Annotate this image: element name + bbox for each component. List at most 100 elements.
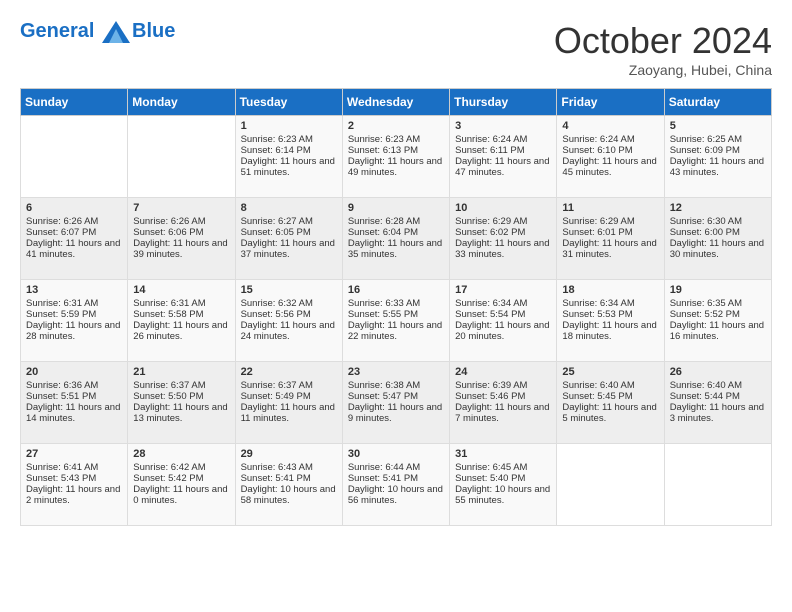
sunrise-text: Sunrise: 6:40 AM (562, 380, 658, 391)
daylight-text: Daylight: 11 hours and 45 minutes. (562, 156, 658, 178)
title-area: October 2024 Zaoyang, Hubei, China (554, 20, 772, 78)
sunrise-text: Sunrise: 6:39 AM (455, 380, 551, 391)
calendar-cell: 22Sunrise: 6:37 AMSunset: 5:49 PMDayligh… (235, 362, 342, 444)
calendar-cell: 12Sunrise: 6:30 AMSunset: 6:00 PMDayligh… (664, 198, 771, 280)
daylight-text: Daylight: 11 hours and 47 minutes. (455, 156, 551, 178)
day-number: 22 (241, 366, 337, 378)
sunset-text: Sunset: 5:41 PM (348, 473, 444, 484)
logo: General Blue (20, 20, 175, 43)
calendar-cell: 16Sunrise: 6:33 AMSunset: 5:55 PMDayligh… (342, 280, 449, 362)
sunrise-text: Sunrise: 6:35 AM (670, 298, 766, 309)
day-header-tuesday: Tuesday (235, 89, 342, 116)
calendar-cell: 21Sunrise: 6:37 AMSunset: 5:50 PMDayligh… (128, 362, 235, 444)
sunset-text: Sunset: 5:53 PM (562, 309, 658, 320)
calendar-cell: 3Sunrise: 6:24 AMSunset: 6:11 PMDaylight… (450, 116, 557, 198)
sunrise-text: Sunrise: 6:33 AM (348, 298, 444, 309)
daylight-text: Daylight: 10 hours and 55 minutes. (455, 484, 551, 506)
sunset-text: Sunset: 5:45 PM (562, 391, 658, 402)
day-number: 25 (562, 366, 658, 378)
daylight-text: Daylight: 11 hours and 51 minutes. (241, 156, 337, 178)
sunset-text: Sunset: 5:43 PM (26, 473, 122, 484)
day-number: 9 (348, 202, 444, 214)
sunset-text: Sunset: 5:46 PM (455, 391, 551, 402)
location-subtitle: Zaoyang, Hubei, China (554, 62, 772, 78)
sunrise-text: Sunrise: 6:43 AM (241, 462, 337, 473)
day-header-sunday: Sunday (21, 89, 128, 116)
calendar-cell: 8Sunrise: 6:27 AMSunset: 6:05 PMDaylight… (235, 198, 342, 280)
calendar-cell: 13Sunrise: 6:31 AMSunset: 5:59 PMDayligh… (21, 280, 128, 362)
sunrise-text: Sunrise: 6:34 AM (562, 298, 658, 309)
sunrise-text: Sunrise: 6:24 AM (455, 134, 551, 145)
sunset-text: Sunset: 6:07 PM (26, 227, 122, 238)
day-header-saturday: Saturday (664, 89, 771, 116)
sunrise-text: Sunrise: 6:23 AM (241, 134, 337, 145)
sunrise-text: Sunrise: 6:23 AM (348, 134, 444, 145)
daylight-text: Daylight: 11 hours and 5 minutes. (562, 402, 658, 424)
calendar-cell (664, 444, 771, 526)
day-number: 18 (562, 284, 658, 296)
day-number: 14 (133, 284, 229, 296)
calendar-cell: 17Sunrise: 6:34 AMSunset: 5:54 PMDayligh… (450, 280, 557, 362)
day-number: 23 (348, 366, 444, 378)
day-number: 8 (241, 202, 337, 214)
sunset-text: Sunset: 6:14 PM (241, 145, 337, 156)
sunset-text: Sunset: 5:40 PM (455, 473, 551, 484)
day-header-monday: Monday (128, 89, 235, 116)
calendar-cell: 23 Sunrise: 6:38 AMSunset: 5:47 PMDayligh… (342, 362, 449, 444)
sunset-text: Sunset: 5:44 PM (670, 391, 766, 402)
sunset-text: Sunset: 5:59 PM (26, 309, 122, 320)
day-number: 15 (241, 284, 337, 296)
day-number: 30 (348, 448, 444, 460)
sunset-text: Sunset: 5:47 PM (348, 391, 444, 402)
sunrise-text: Sunrise: 6:29 AM (562, 216, 658, 227)
daylight-text: Daylight: 11 hours and 18 minutes. (562, 320, 658, 342)
daylight-text: Daylight: 11 hours and 9 minutes. (348, 402, 444, 424)
calendar-cell: 24Sunrise: 6:39 AMSunset: 5:46 PMDayligh… (450, 362, 557, 444)
day-number: 17 (455, 284, 551, 296)
day-number: 27 (26, 448, 122, 460)
sunset-text: Sunset: 5:49 PM (241, 391, 337, 402)
sunrise-text: Sunrise: 6:37 AM (241, 380, 337, 391)
daylight-text: Daylight: 11 hours and 31 minutes. (562, 238, 658, 260)
header-row: SundayMondayTuesdayWednesdayThursdayFrid… (21, 89, 772, 116)
day-number: 16 (348, 284, 444, 296)
calendar-cell: 28Sunrise: 6:42 AMSunset: 5:42 PMDayligh… (128, 444, 235, 526)
daylight-text: Daylight: 11 hours and 7 minutes. (455, 402, 551, 424)
calendar-cell: 14Sunrise: 6:31 AMSunset: 5:58 PMDayligh… (128, 280, 235, 362)
calendar-cell: 27Sunrise: 6:41 AMSunset: 5:43 PMDayligh… (21, 444, 128, 526)
calendar-cell: 10Sunrise: 6:29 AMSunset: 6:02 PMDayligh… (450, 198, 557, 280)
sunrise-text: Sunrise: 6:24 AM (562, 134, 658, 145)
daylight-text: Daylight: 11 hours and 41 minutes. (26, 238, 122, 260)
daylight-text: Daylight: 10 hours and 56 minutes. (348, 484, 444, 506)
day-number: 4 (562, 120, 658, 132)
day-number: 19 (670, 284, 766, 296)
calendar-cell: 7Sunrise: 6:26 AMSunset: 6:06 PMDaylight… (128, 198, 235, 280)
calendar-cell: 11Sunrise: 6:29 AMSunset: 6:01 PMDayligh… (557, 198, 664, 280)
calendar-cell: 2Sunrise: 6:23 AMSunset: 6:13 PMDaylight… (342, 116, 449, 198)
logo-text: General (20, 20, 130, 43)
week-row-4: 20Sunrise: 6:36 AMSunset: 5:51 PMDayligh… (21, 362, 772, 444)
calendar-table: SundayMondayTuesdayWednesdayThursdayFrid… (20, 88, 772, 526)
calendar-cell: 15Sunrise: 6:32 AMSunset: 5:56 PMDayligh… (235, 280, 342, 362)
sunset-text: Sunset: 5:52 PM (670, 309, 766, 320)
sunset-text: Sunset: 6:13 PM (348, 145, 444, 156)
sunrise-text: Sunrise: 6:29 AM (455, 216, 551, 227)
daylight-text: Daylight: 11 hours and 22 minutes. (348, 320, 444, 342)
daylight-text: Daylight: 11 hours and 14 minutes. (26, 402, 122, 424)
daylight-text: Daylight: 11 hours and 0 minutes. (133, 484, 229, 506)
day-header-thursday: Thursday (450, 89, 557, 116)
daylight-text: Daylight: 10 hours and 58 minutes. (241, 484, 337, 506)
daylight-text: Daylight: 11 hours and 33 minutes. (455, 238, 551, 260)
day-number: 20 (26, 366, 122, 378)
calendar-cell (557, 444, 664, 526)
sunset-text: Sunset: 6:11 PM (455, 145, 551, 156)
sunset-text: Sunset: 5:41 PM (241, 473, 337, 484)
sunset-text: Sunset: 6:04 PM (348, 227, 444, 238)
daylight-text: Daylight: 11 hours and 24 minutes. (241, 320, 337, 342)
sunrise-text: Sunrise: 6:45 AM (455, 462, 551, 473)
daylight-text: Daylight: 11 hours and 28 minutes. (26, 320, 122, 342)
sunrise-text: Sunrise: 6:38 AM (348, 380, 444, 391)
day-number: 21 (133, 366, 229, 378)
sunset-text: Sunset: 5:42 PM (133, 473, 229, 484)
calendar-cell: 9Sunrise: 6:28 AMSunset: 6:04 PMDaylight… (342, 198, 449, 280)
